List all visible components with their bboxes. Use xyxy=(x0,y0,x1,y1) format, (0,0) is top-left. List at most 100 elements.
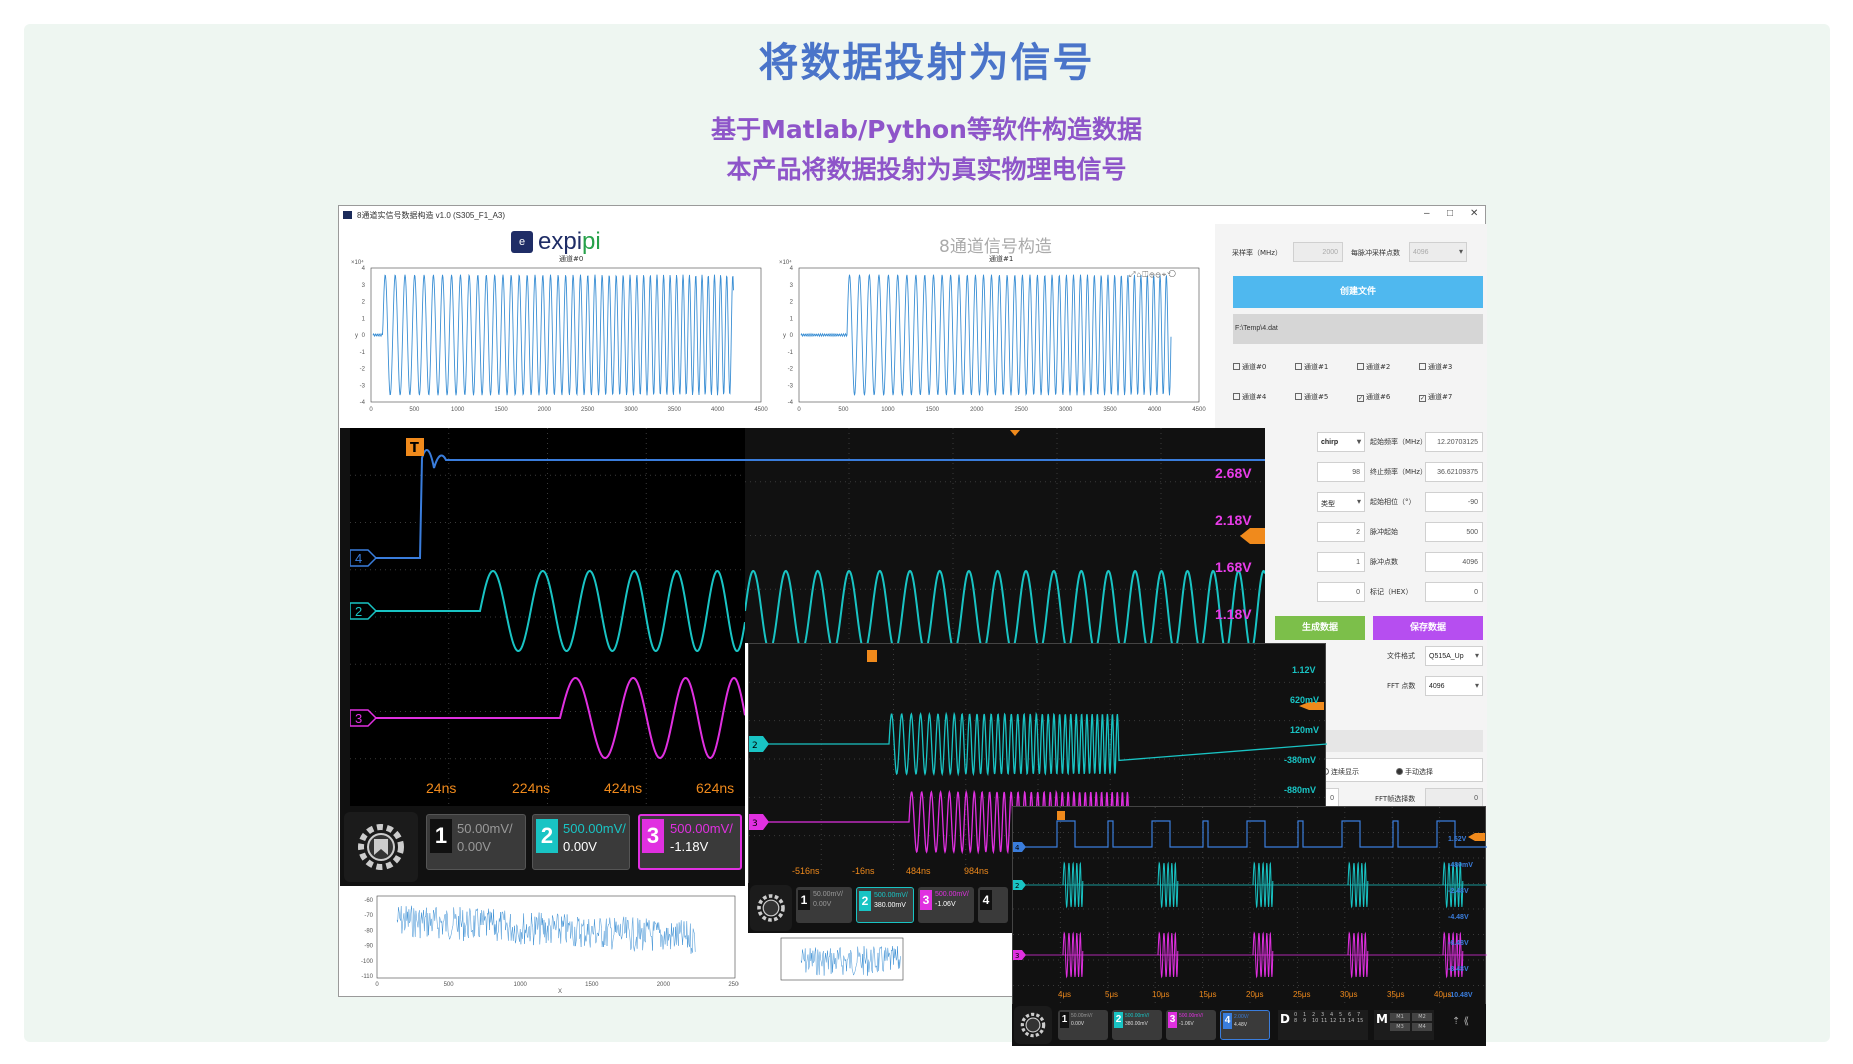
scope3-trigger-marker xyxy=(1057,811,1065,820)
file-format-label: 文件格式 xyxy=(1387,652,1415,660)
scope2-ch1-box[interactable]: 1 50.00mV/ 0.00V xyxy=(796,887,852,923)
scope2-ch2-box[interactable]: 2 500.00mV/ 380.00mV xyxy=(856,887,914,923)
scope1-ch3-scale: 500.00mV/ xyxy=(670,821,733,836)
scope1-settings-gear-icon[interactable] xyxy=(344,812,418,882)
param-select-2[interactable]: 类型 xyxy=(1317,492,1365,512)
scope1-grid: 4 2 3 T xyxy=(349,428,746,806)
scope3-ch-offset: 380.00mV xyxy=(1125,1021,1148,1027)
scope3-ch4-trace xyxy=(1013,820,1494,848)
logo-text-accent: pi xyxy=(582,228,601,255)
radio-manual[interactable]: 手动选择 xyxy=(1396,767,1433,777)
channel-checkbox-1[interactable]: 通道#1 xyxy=(1295,362,1328,372)
scope3-ch1-box[interactable]: 1 50.00mV/0.00V xyxy=(1058,1010,1108,1040)
frame-select-input[interactable]: 0 xyxy=(1425,788,1483,808)
scope3-ch-scale: 500.00mV/ xyxy=(1179,1013,1204,1019)
mark-input[interactable]: 0 xyxy=(1425,582,1483,602)
scope3-math-panel[interactable]: M M1 M2 M3 M4 xyxy=(1374,1010,1434,1040)
pulse-width-input[interactable]: 4096 xyxy=(1425,552,1483,572)
scope1-ch1-box[interactable]: 1 50.00mV/ 0.00V xyxy=(426,814,526,870)
math-item[interactable]: M4 xyxy=(1412,1023,1432,1031)
channel-checkbox-4[interactable]: 通道#4 xyxy=(1233,392,1266,402)
spectrum-y-tick: -60 xyxy=(364,898,373,904)
scope1-ch2-box[interactable]: 2 500.00mV/ 0.00V xyxy=(532,814,630,870)
math-item[interactable]: M2 xyxy=(1412,1013,1432,1021)
spectrum-canvas-left: -60 -70 -80 -90 -100 -1100 500 1000 1500 2000 2500… xyxy=(361,895,742,995)
start-phase-input[interactable]: -90 xyxy=(1425,492,1483,512)
math-item[interactable]: M1 xyxy=(1390,1013,1410,1021)
x-tick-label: 0 xyxy=(369,407,373,413)
param-input-5[interactable]: 0 xyxy=(1317,582,1365,602)
spectrum-x-tick: 2000 xyxy=(657,982,671,988)
minimize-icon[interactable]: – xyxy=(1424,208,1430,219)
pulse-start-input[interactable]: 500 xyxy=(1425,522,1483,542)
channel-checkbox-label: 通道#7 xyxy=(1428,393,1453,401)
param-input-3[interactable]: 2 xyxy=(1317,522,1365,542)
scope3-ch4-box[interactable]: 4 2.00V/4.48V xyxy=(1220,1010,1270,1040)
file-path-field[interactable]: F:\Temp\4.dat xyxy=(1233,314,1483,344)
scope1-ch3-offset: -1.18V xyxy=(670,839,709,854)
channel-checkbox-6[interactable]: ✓ 通道#6 xyxy=(1357,392,1390,402)
scope3-ch-offset: 0.00V xyxy=(1071,1021,1085,1027)
scope1-ch2-marker-label: 2 xyxy=(355,604,362,619)
maximize-icon[interactable]: □ xyxy=(1447,208,1453,219)
channel-checkbox-2[interactable]: 通道#2 xyxy=(1357,362,1390,372)
scope3-ch3-box[interactable]: 3 500.00mV/ -1.06V xyxy=(1166,1010,1216,1040)
channel-checkbox-0[interactable]: 通道#0 xyxy=(1233,362,1266,372)
close-icon[interactable]: ✕ xyxy=(1470,208,1478,219)
file-format-select[interactable]: Q515A_Up xyxy=(1425,646,1483,666)
scope2-settings-gear-icon[interactable] xyxy=(750,885,792,931)
math-item[interactable]: M3 xyxy=(1390,1023,1410,1031)
scope3-ch-scale: 50.00mV/ xyxy=(1071,1013,1093,1019)
scope2-volt-label-2: 120mV xyxy=(1290,725,1320,735)
end-freq-label: 终止频率（MHz） xyxy=(1370,468,1427,476)
scope1-ch2-num: 2 xyxy=(536,819,558,853)
scope2-ch4-box[interactable]: 4 xyxy=(978,887,1008,923)
save-data-button[interactable]: 保存数据 xyxy=(1373,616,1483,640)
window-title: 8通道实信号数据构造 v1.0 (S305_F1_A3) xyxy=(357,211,506,220)
radio-continuous[interactable]: 连续显示 xyxy=(1322,767,1359,777)
scope1-ch2-marker xyxy=(349,602,378,620)
spectrum-plot-left: -60 -70 -80 -90 -100 -1100 500 1000 1500 2000 2500… xyxy=(349,894,742,995)
scope3-ch-scale: 2.00V/ xyxy=(1234,1014,1249,1020)
generate-data-button[interactable]: 生成数据 xyxy=(1275,616,1365,640)
start-freq-input[interactable]: 12.20703125 xyxy=(1425,432,1483,452)
y-tick-label: 1 xyxy=(362,316,366,322)
y-tick-label: -1 xyxy=(788,350,794,356)
sample-rate-input[interactable]: 2000 xyxy=(1293,242,1343,262)
x-tick-label: 4500 xyxy=(754,407,768,413)
digital-channel-cell: 15 xyxy=(1357,1018,1364,1024)
end-freq-input[interactable]: 36.62109375 xyxy=(1425,462,1483,482)
scope1-ch3-box[interactable]: 3 500.00mV/ -1.18V xyxy=(638,814,742,870)
scope3-ch2-box[interactable]: 2 500.00mV/380.00mV xyxy=(1112,1010,1162,1040)
spectrum-x-tick: 2500 xyxy=(728,982,739,988)
param-input-4[interactable]: 1 xyxy=(1317,552,1365,572)
channel-checkbox-7[interactable]: ✓ 通道#7 xyxy=(1419,392,1452,402)
scope3-digital-panel[interactable]: D 0 1 2 3 4 5 6 7 8 9 10 11 12 13 14 15 xyxy=(1278,1010,1368,1040)
create-file-button[interactable]: 创建文件 xyxy=(1233,276,1483,308)
scope1-time-label-1: 224ns xyxy=(512,780,551,796)
scope3-time-label: 5μs xyxy=(1105,990,1119,999)
spectrum-frame xyxy=(376,895,736,979)
scope2-time-label-3: 984ns xyxy=(964,866,989,876)
digital-channel-cell: 14 xyxy=(1348,1018,1355,1024)
channel-checkbox-3[interactable]: 通道#3 xyxy=(1419,362,1452,372)
scope3-settings-gear-icon[interactable] xyxy=(1014,1006,1052,1044)
param-input-1[interactable]: 98 xyxy=(1317,462,1365,482)
points-select[interactable]: 4096 xyxy=(1409,242,1467,262)
scope2-ch3-box[interactable]: 3 500.00mV/ -1.06V xyxy=(918,887,974,923)
digital-channel-cell: 9 xyxy=(1303,1018,1307,1024)
fft-select[interactable]: 4096 xyxy=(1425,676,1483,696)
scope3-time-label: 40μs xyxy=(1434,990,1452,999)
plot-toolbar[interactable]: ⤢⌂◫⊕⊖⌖⟲ xyxy=(1129,270,1177,280)
x-tick-label: 2500 xyxy=(581,407,595,413)
scope3-time-label: 15μs xyxy=(1199,990,1217,999)
scope1-ch4-trace xyxy=(350,449,745,559)
signal-trace xyxy=(800,273,1172,397)
signal-type-select[interactable]: chirp xyxy=(1317,432,1365,452)
scope3-status-bar: 1 50.00mV/0.00V 2 500.00mV/380.00mV 3 500.00m… xyxy=(1012,1004,1486,1046)
channel-checkbox-5[interactable]: 通道#5 xyxy=(1295,392,1328,402)
plot-ch0-canvas: ×10⁴43210-1-2-3-4y0 500 1000 1500 2000 2500 30… xyxy=(351,259,768,413)
scope3-time-label: 20μs xyxy=(1246,990,1264,999)
scope3-ch-marker-label: 2 xyxy=(1015,882,1019,890)
spectrum-plot-right xyxy=(777,936,907,996)
